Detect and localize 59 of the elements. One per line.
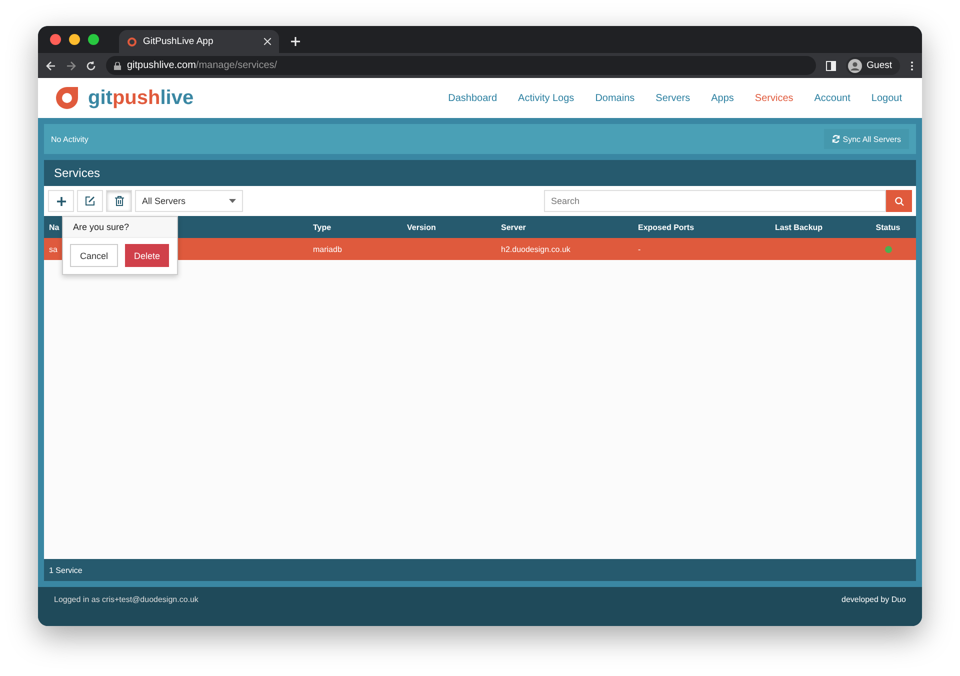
search-icon: [894, 196, 904, 206]
column-header: Version: [407, 222, 436, 232]
nav-link[interactable]: Logout: [871, 92, 902, 104]
column-header: Last Backup: [775, 222, 823, 232]
nav-link[interactable]: Account: [814, 92, 850, 104]
brand-name: gitpushlive: [88, 86, 194, 110]
table-cell: h2.duodesign.co.uk: [501, 244, 570, 254]
panel-title: Services: [54, 166, 100, 180]
lock-icon: [114, 62, 121, 70]
column-header: Status: [876, 222, 900, 232]
credit-text: developed by Duo: [842, 595, 906, 606]
edit-icon: [85, 196, 95, 206]
profile-button[interactable]: Guest: [846, 56, 900, 74]
caret-icon: [229, 199, 236, 203]
activity-text: No Activity: [51, 134, 88, 144]
table-cell: sa: [49, 244, 58, 254]
confirm-delete-button[interactable]: Delete: [125, 244, 170, 267]
table-cell: mariadb: [313, 244, 342, 254]
nav-link[interactable]: Apps: [711, 92, 734, 104]
nav-link[interactable]: Activity Logs: [518, 92, 574, 104]
sidebar-icon: [826, 60, 836, 70]
close-icon: [264, 38, 271, 45]
logo-icon: [54, 85, 80, 111]
edit-button[interactable]: [77, 190, 103, 212]
trash-icon: [114, 196, 124, 206]
table-cell: -: [638, 244, 641, 254]
browser-tab[interactable]: GitPushLive App: [119, 30, 279, 53]
confirm-question: Are you sure?: [73, 222, 130, 232]
service-count: 1 Service: [49, 566, 82, 574]
nav-link[interactable]: Domains: [595, 92, 635, 104]
login-text: Logged in as cris+test@duodesign.co.uk: [54, 595, 198, 606]
column-header: Server: [501, 222, 526, 232]
search-field[interactable]: Search: [544, 190, 886, 212]
url-text: gitpushlive.com/manage/services/: [127, 60, 278, 71]
avatar-icon: [848, 58, 862, 72]
search-button[interactable]: [886, 190, 912, 212]
column-header: Type: [313, 222, 332, 232]
column-header: Exposed Ports: [638, 222, 694, 232]
nav-link[interactable]: Servers: [656, 92, 690, 104]
logo-icon: [127, 36, 137, 46]
forward-icon: [66, 60, 76, 70]
sync-button[interactable]: Sync All Servers: [824, 129, 909, 149]
address-field[interactable]: gitpushlive.com/manage/services/: [106, 56, 816, 75]
add-button[interactable]: [48, 190, 74, 212]
minimize-light-icon[interactable]: [69, 34, 80, 45]
column-header: Na: [49, 222, 60, 232]
cancel-button[interactable]: Cancel: [70, 244, 118, 267]
close-light-icon[interactable]: [50, 34, 61, 45]
delete-button[interactable]: [106, 190, 132, 212]
sync-icon: [832, 135, 840, 143]
back-icon: [46, 60, 56, 70]
menu-icon: [910, 60, 914, 70]
nav-link[interactable]: Services: [754, 92, 794, 104]
plus-icon: [56, 196, 66, 206]
zoom-light-icon[interactable]: [88, 34, 99, 45]
nav-link[interactable]: Dashboard: [448, 92, 498, 104]
plus-icon: [291, 37, 300, 46]
server-select[interactable]: All Servers: [135, 190, 243, 212]
reload-icon: [86, 60, 96, 70]
